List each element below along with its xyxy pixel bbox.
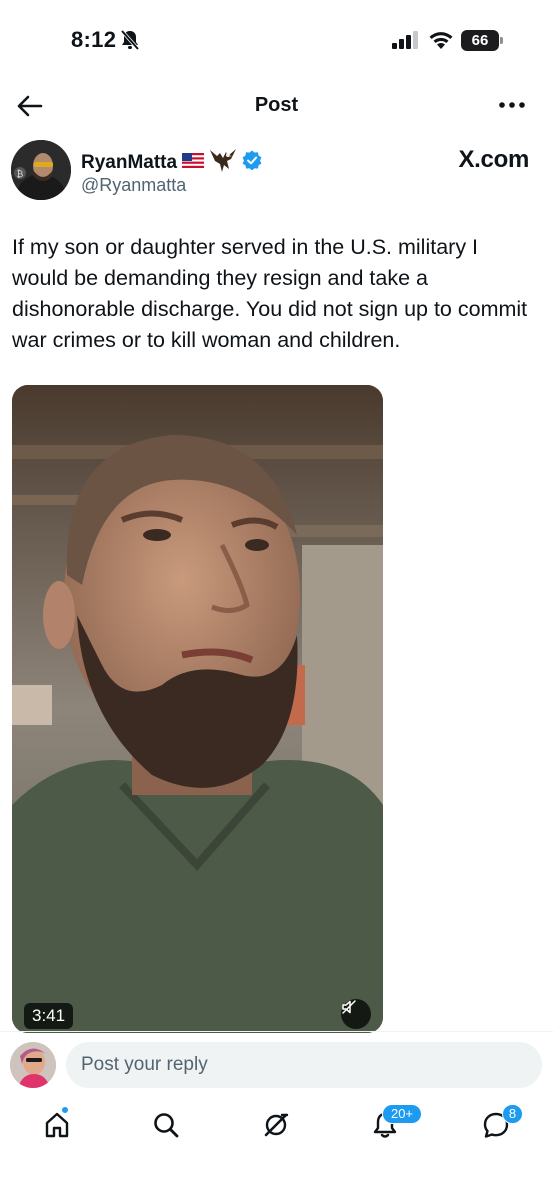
speaker-muted-icon: [342, 1000, 356, 1014]
more-horizontal-icon: [499, 102, 525, 108]
tab-home[interactable]: [37, 1105, 77, 1145]
author-handle[interactable]: @Ryanmatta: [81, 175, 186, 196]
battery-tip: [500, 37, 503, 44]
author-name[interactable]: RyanMatta: [81, 152, 177, 174]
messages-badge: 8: [502, 1104, 523, 1124]
bell-slash-icon: [120, 29, 140, 51]
cellular-signal-icon: [392, 31, 422, 49]
home-icon: [45, 1112, 69, 1138]
video-frame: [12, 385, 383, 1033]
verified-badge-icon: [242, 150, 262, 175]
post-header: Post: [0, 82, 553, 130]
battery-level: 66: [461, 30, 499, 51]
source-label: X.com: [458, 146, 529, 173]
reply-bar: [0, 1031, 553, 1097]
eagle-icon: [209, 147, 237, 178]
notifications-badge: 20+: [382, 1104, 422, 1124]
wifi-icon: [428, 28, 454, 50]
tab-grok[interactable]: [256, 1105, 296, 1145]
home-unread-dot: [61, 1106, 69, 1114]
search-icon: [154, 1113, 179, 1138]
grok-icon: [264, 1113, 289, 1137]
status-bar: 8:12 66: [0, 0, 553, 80]
author-name-row: RyanMatta: [81, 147, 262, 178]
status-time: 8:12: [71, 27, 117, 52]
svg-text:₿: ₿: [17, 169, 24, 180]
user-avatar[interactable]: [10, 1042, 56, 1088]
bottom-tab-bar: [0, 1097, 553, 1200]
more-options-button[interactable]: [495, 90, 529, 120]
author-avatar[interactable]: ₿: [11, 140, 71, 200]
post-video[interactable]: 3:41: [12, 385, 383, 1033]
video-duration: 3:41: [24, 1003, 74, 1029]
page-title: Post: [254, 94, 299, 116]
reply-input[interactable]: [66, 1042, 542, 1088]
post-text: If my son or daughter served in the U.S.…: [12, 235, 528, 352]
mute-toggle-button[interactable]: [341, 999, 371, 1029]
us-flag-icon: [182, 152, 205, 173]
tab-search[interactable]: [146, 1105, 186, 1145]
battery-icon: 66: [461, 30, 503, 51]
